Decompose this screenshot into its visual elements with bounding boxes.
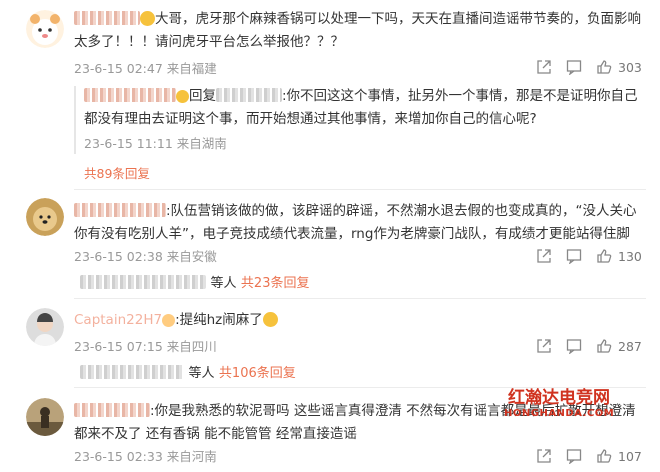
share-icon[interactable]	[536, 446, 552, 466]
like-button[interactable]: 130	[596, 246, 642, 266]
comment-date: 23-6-15 02:33	[74, 449, 163, 464]
comment-date: 23-6-15 02:47	[74, 61, 163, 76]
badge-icon	[162, 314, 176, 327]
like-button[interactable]: 287	[596, 336, 642, 356]
comment-location: 来自安徽	[166, 249, 217, 264]
like-icon	[597, 60, 612, 74]
reply-location: 来自湖南	[176, 136, 227, 151]
avatar[interactable]	[26, 198, 64, 236]
comment-location: 来自四川	[166, 339, 217, 354]
divider	[74, 298, 646, 299]
comment-text: 大哥，虎牙那个麻辣香锅可以处理一下吗，天天在直播间造谣带节奏的，负面影响太多了！…	[74, 11, 641, 50]
reply-summary: 等人 共106条回复	[74, 362, 634, 382]
comment-icon[interactable]	[566, 446, 582, 466]
reply-username[interactable]	[84, 88, 176, 102]
like-icon	[597, 339, 612, 353]
username[interactable]	[74, 11, 140, 25]
comment-meta: 23-6-15 02:38 来自安徽	[74, 246, 217, 265]
comment-actions: 130	[536, 246, 646, 266]
comment-text: :提纯hz闹麻了	[175, 312, 263, 328]
like-count: 130	[618, 248, 642, 264]
comment-meta: 23-6-15 07:15 来自四川	[74, 336, 217, 355]
comment-date: 23-6-15 07:15	[74, 339, 163, 354]
reply-indicator	[74, 86, 76, 154]
comment-icon[interactable]	[566, 336, 582, 356]
like-button[interactable]: 303	[596, 57, 642, 77]
reply-others: 等人	[210, 276, 237, 291]
comment-location: 来自河南	[166, 449, 217, 464]
comment-date: 23-6-15 02:38	[74, 249, 163, 264]
badge-icon	[176, 90, 189, 103]
emoji-icon	[262, 312, 278, 327]
comment-text-block: :队伍营销该做的做，该辟谣的辟谣，不然潮水退去假的也变成真的，“没人关心你有没有…	[74, 200, 642, 246]
comment-actions: 287	[536, 336, 646, 356]
avatar[interactable]	[26, 308, 64, 346]
like-icon	[597, 249, 612, 263]
more-replies-link[interactable]: 共106条回复	[219, 366, 296, 381]
comment-2: :队伍营销该做的做，该辟谣的辟谣，不然潮水退去假的也变成真的，“没人关心你有没有…	[0, 190, 660, 295]
like-count: 107	[618, 448, 642, 464]
like-count: 303	[618, 59, 642, 75]
reply-meta: 23-6-15 11:11 来自湖南	[84, 133, 227, 152]
reply-date: 23-6-15 11:11	[84, 136, 173, 151]
comment-location: 来自福建	[166, 61, 217, 76]
avatar[interactable]	[26, 10, 64, 48]
comment-text-block: 大哥，虎牙那个麻辣香锅可以处理一下吗，天天在直播间造谣带节奏的，负面影响太多了！…	[74, 8, 642, 54]
reply-others: 等人	[188, 366, 215, 381]
comment-icon[interactable]	[566, 57, 582, 77]
share-icon[interactable]	[536, 246, 552, 266]
username[interactable]: Captain22H7	[74, 312, 162, 328]
username[interactable]	[74, 403, 150, 417]
reply-users[interactable]	[80, 275, 206, 289]
comment-icon[interactable]	[566, 246, 582, 266]
comment-meta: 23-6-15 02:33 来自河南	[74, 446, 217, 465]
reply-text-block: 回复:你不回这这个事情，扯另外一个事情，那是不是证明你自己都没有理由去证明这个事…	[84, 85, 638, 131]
site-watermark: 红瀚达电竞网 HONGHANDA.COM	[504, 388, 614, 419]
reply-target[interactable]	[216, 88, 282, 102]
username[interactable]	[74, 203, 166, 217]
like-icon	[597, 449, 612, 463]
like-button[interactable]: 107	[596, 446, 642, 466]
comment-actions: 107	[536, 446, 646, 466]
watermark-url: HONGHANDA.COM	[504, 408, 615, 419]
share-icon[interactable]	[536, 336, 552, 356]
reply-users[interactable]	[80, 365, 184, 379]
reply-label: 回复	[189, 88, 216, 104]
comment-meta: 23-6-15 02:47 来自福建	[74, 58, 217, 77]
more-replies-link[interactable]: 共89条回复	[84, 163, 150, 182]
more-replies-link[interactable]: 共23条回复	[241, 276, 310, 291]
reply-summary: 等人 共23条回复	[74, 272, 634, 292]
comment-actions: 303	[536, 57, 646, 77]
avatar[interactable]	[26, 398, 64, 436]
share-icon[interactable]	[536, 57, 552, 77]
watermark-title: 红瀚达电竞网	[508, 388, 610, 408]
emoji-icon	[140, 11, 155, 26]
comment-1: 大哥，虎牙那个麻辣香锅可以处理一下吗，天天在直播间造谣带节奏的，负面影响太多了！…	[0, 0, 660, 158]
comment-text-block: Captain22H7 :提纯hz闹麻了	[74, 309, 642, 332]
comment-3: Captain22H7 :提纯hz闹麻了 23-6-15 07:15 来自四川 2…	[0, 300, 660, 385]
like-count: 287	[618, 338, 642, 354]
